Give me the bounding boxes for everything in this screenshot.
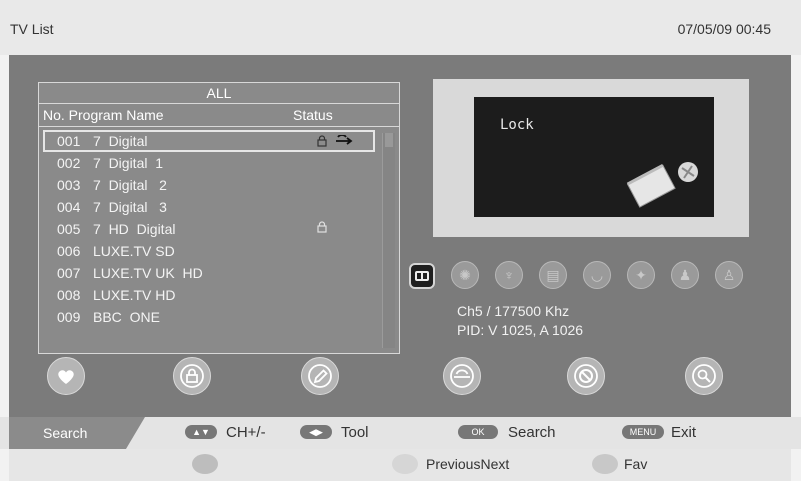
- channel-name: 7 Digital 3: [93, 199, 167, 215]
- channel-number: 006: [57, 243, 81, 259]
- ok-key-icon: OK: [458, 425, 498, 439]
- heart-icon: [58, 370, 74, 384]
- channel-row[interactable]: 008 LUXE.TV HD: [39, 284, 377, 306]
- channel-row[interactable]: 009 BBC ONE: [39, 306, 377, 328]
- channel-number: 005: [57, 221, 81, 237]
- frequency-text: Ch5 / 177500 Khz: [457, 303, 570, 319]
- channel-row[interactable]: 003 7 Digital 2: [39, 174, 377, 196]
- lock-icon: [317, 221, 327, 233]
- ch-hint: CH+/-: [226, 424, 266, 441]
- lock-icon: [317, 135, 327, 147]
- sports-icon[interactable]: ✦: [627, 261, 655, 289]
- up-down-key-icon: ▲▼: [185, 425, 217, 439]
- title-bar: TV List 07/05/09 00:45: [0, 0, 801, 55]
- red-key-icon[interactable]: [192, 454, 218, 474]
- menu-hint: Exit: [671, 424, 697, 441]
- tool-hint: Tool: [341, 424, 369, 441]
- date-time: 07/05/09 00:45: [677, 21, 771, 37]
- channel-row[interactable]: 004 7 Digital 3: [39, 196, 377, 218]
- channel-number: 004: [57, 199, 81, 215]
- rename-button[interactable]: [301, 357, 339, 395]
- column-status: Status: [293, 107, 333, 123]
- channel-number: 007: [57, 265, 81, 281]
- channel-list-panel: ALL No. Program Name Status 001 7 Digita…: [38, 82, 400, 354]
- tv-mode-icon[interactable]: [409, 263, 435, 289]
- signal-info: Ch5 / 177500 Khz PID: V 1025, A 1026: [457, 302, 583, 340]
- search-button[interactable]: [685, 357, 723, 395]
- prohibit-icon: [574, 364, 598, 388]
- bowl-icon[interactable]: ◡: [583, 261, 611, 289]
- preview-frame: Lock: [433, 79, 749, 237]
- main-area: ALL No. Program Name Status 001 7 Digita…: [9, 55, 791, 417]
- channel-name: 7 Digital 1: [93, 155, 164, 171]
- channel-number: 009: [57, 309, 81, 325]
- channel-name: LUXE.TV SD: [93, 243, 175, 259]
- channel-name: 7 HD Digital: [93, 221, 176, 237]
- ok-hint: Search: [508, 424, 556, 441]
- globe-icon[interactable]: ✺: [451, 261, 479, 289]
- channel-row[interactable]: 005 7 HD Digital: [39, 218, 377, 240]
- menu-key-icon: MENU: [622, 425, 664, 439]
- channel-number: 003: [57, 177, 81, 193]
- list-columns: No. Program Name Status: [39, 104, 399, 127]
- page-title: TV List: [10, 21, 54, 37]
- channel-row[interactable]: 001 7 Digital: [43, 130, 375, 152]
- blue-key-icon[interactable]: [592, 454, 618, 474]
- group-title: ALL: [39, 83, 399, 104]
- channel-row[interactable]: 006 LUXE.TV SD: [39, 240, 377, 262]
- person-icon[interactable]: ♟: [671, 261, 699, 289]
- channel-name: BBC ONE: [93, 309, 160, 325]
- channel-number: 001: [57, 133, 81, 149]
- lock-button[interactable]: [173, 357, 211, 395]
- satellite-icon[interactable]: ♆: [495, 261, 523, 289]
- channel-row[interactable]: 007 LUXE.TV UK HD: [39, 262, 377, 284]
- channel-row[interactable]: 002 7 Digital 1: [39, 152, 377, 174]
- child-icon[interactable]: ♙: [715, 261, 743, 289]
- skip-icon: [336, 135, 353, 145]
- search-tab-label: Search: [43, 425, 88, 441]
- delete-button[interactable]: [567, 357, 605, 395]
- channel-number: 002: [57, 155, 81, 171]
- list-scrollbar[interactable]: [382, 133, 395, 348]
- search-tab[interactable]: Search: [9, 417, 145, 449]
- search-icon: [692, 364, 716, 388]
- channel-name: LUXE.TV HD: [93, 287, 176, 303]
- lock-status-text: Lock: [500, 117, 534, 133]
- fav-hint: Fav: [624, 456, 648, 472]
- skip-icon: [450, 364, 474, 388]
- previous-next-hint: PreviousNext: [426, 456, 510, 472]
- pencil-icon: [308, 364, 332, 388]
- preview-screen: Lock: [474, 97, 714, 217]
- locked-tv-icon: [626, 162, 698, 208]
- scrollbar-thumb[interactable]: [385, 133, 393, 147]
- channel-name: 7 Digital 2: [93, 177, 167, 193]
- skip-button[interactable]: [443, 357, 481, 395]
- film-icon[interactable]: ▤: [539, 261, 567, 289]
- pid-text: PID: V 1025, A 1026: [457, 322, 584, 338]
- channel-number: 008: [57, 287, 81, 303]
- left-right-key-icon: ◀▶: [300, 425, 332, 439]
- channel-name: LUXE.TV UK HD: [93, 265, 203, 281]
- lock-icon: [180, 364, 204, 388]
- column-no-name: No. Program Name: [43, 107, 164, 123]
- green-key-icon[interactable]: [392, 454, 418, 474]
- channel-name: 7 Digital: [93, 133, 148, 149]
- favorite-button[interactable]: [47, 357, 85, 395]
- channel-rows: 001 7 Digital 002 7 Digital 1 003 7 Digi…: [39, 130, 377, 328]
